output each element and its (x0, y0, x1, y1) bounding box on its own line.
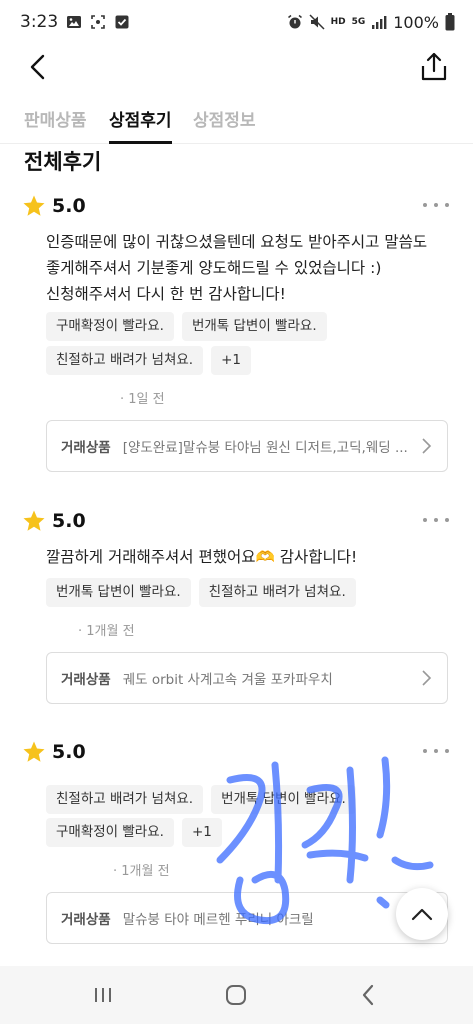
back-arrow-icon (362, 984, 374, 1006)
more-dots-icon (423, 518, 427, 522)
gallery-icon (67, 16, 82, 28)
product-label: 거래상품 (61, 912, 111, 928)
review-text-line: 인증때문에 많이 귀찮으셨을텐데 요청도 받아주시고 말씀도 (46, 233, 428, 251)
tag-row: 번개톡 답변이 빨라요. 친절하고 배려가 넘쳐요. (46, 578, 356, 607)
top-navigation (0, 44, 473, 92)
review-tag: 구매확정이 빨라요. (46, 818, 174, 847)
signal-icon (372, 16, 387, 29)
more-dots-icon (423, 749, 427, 753)
tab-store-info[interactable]: 상점정보 (193, 106, 256, 144)
mute-icon (309, 14, 325, 30)
system-back-button[interactable] (354, 980, 384, 1010)
more-options-button[interactable] (423, 512, 449, 528)
checkbox-icon (115, 15, 129, 29)
battery-icon (445, 13, 455, 31)
product-name: 궤도 orbit 사계고속 겨울 포카파우치 (122, 672, 333, 688)
hd-voice-label: HD (330, 16, 346, 27)
store-tabs: 판매상품 상점후기 상점정보 (0, 100, 473, 144)
review-tag: 번개톡 답변이 빨라요. (46, 578, 191, 607)
review-text-line: 좋게해주셔서 기분좋게 양도해드릴 수 있었습니다 :) (46, 259, 382, 277)
rating-value: 5.0 (52, 195, 86, 217)
tab-products[interactable]: 판매상품 (24, 106, 87, 144)
review-text-line: 신청해주셔서 다시 한 번 감사합니다! (46, 285, 286, 303)
review-tag: 구매확정이 빨라요. (46, 312, 174, 341)
network-label: 5G (351, 16, 366, 27)
battery-percent: 100% (393, 12, 439, 32)
more-options-button[interactable] (423, 743, 449, 759)
review-tag: 친절하고 배려가 넘쳐요. (46, 785, 204, 814)
traded-product-link[interactable]: 거래상품 말슈붕 타야 메르헨 푸리니 아크릴 (46, 892, 448, 944)
more-tags-badge[interactable]: +1 (211, 346, 251, 375)
review-time: · 1개월 전 (113, 864, 170, 879)
review-tag: 번개톡 답변이 빨라요. (211, 785, 356, 814)
scroll-to-top-button[interactable] (396, 888, 448, 940)
star-icon (23, 195, 45, 216)
review-text-line: 깔끔하게 거래해주셔서 편했어요🫶 감사합니다! (46, 548, 358, 566)
rating-row: 5.0 (22, 193, 86, 219)
traded-product-link[interactable]: 거래상품 궤도 orbit 사계고속 겨울 포카파우치 (46, 652, 448, 704)
back-button[interactable] (22, 50, 56, 84)
chevron-left-icon (30, 54, 45, 80)
screenshot-icon (91, 15, 105, 29)
recent-apps-button[interactable] (88, 980, 118, 1010)
review-tag: 친절하고 배려가 넘쳐요. (46, 346, 204, 375)
rating-value: 5.0 (52, 510, 86, 532)
tag-row: 친절하고 배려가 넘쳐요. 번개톡 답변이 빨라요. (46, 785, 356, 814)
review-tag: 번개톡 답변이 빨라요. (181, 312, 327, 341)
star-icon (23, 510, 45, 531)
recent-apps-icon (95, 988, 111, 1002)
status-bar: 3:23 HD 5G 100% (0, 0, 473, 44)
chevron-up-icon (411, 908, 433, 921)
rating-row: 5.0 (22, 739, 86, 765)
product-label: 거래상품 (61, 672, 111, 688)
review-time: · 1개월 전 (78, 624, 135, 639)
status-bar-left: 3:23 (20, 12, 130, 32)
home-button[interactable] (221, 980, 251, 1010)
traded-product-link[interactable]: 거래상품 [양도완료]말슈붕 타야님 원신 디저트,고딕,웨딩 ... (46, 420, 448, 472)
product-name: [양도완료]말슈붕 타야님 원신 디저트,고딕,웨딩 ... (122, 440, 408, 456)
review-text: 깔끔하게 거래해주셔서 편했어요🫶 감사합니다! (46, 544, 450, 570)
rating-row: 5.0 (22, 508, 86, 534)
star-icon (23, 741, 45, 762)
chevron-right-icon (422, 438, 432, 454)
share-button[interactable] (417, 50, 451, 84)
tag-row: 구매확정이 빨라요. 번개톡 답변이 빨라요. (46, 312, 327, 341)
home-icon (226, 985, 246, 1005)
more-options-button[interactable] (423, 197, 449, 213)
review-tag: 친절하고 배려가 넘쳐요. (198, 578, 356, 607)
alarm-icon (287, 14, 302, 29)
section-title: 전체후기 (24, 150, 102, 174)
share-icon (421, 52, 447, 81)
rating-value: 5.0 (52, 741, 86, 763)
product-name: 말슈붕 타야 메르헨 푸리니 아크릴 (122, 912, 314, 928)
status-bar-right: HD 5G 100% (287, 13, 455, 32)
product-label: 거래상품 (61, 440, 111, 456)
tag-row: 구매확정이 빨라요. +1 (46, 818, 222, 847)
review-text: 인증때문에 많이 귀찮으셨을텐데 요청도 받아주시고 말씀도 좋게해주셔서 기분… (46, 229, 450, 307)
tag-row: 친절하고 배려가 넘쳐요. +1 (46, 346, 251, 375)
more-tags-badge[interactable]: +1 (181, 818, 222, 847)
status-time: 3:23 (20, 12, 59, 32)
review-time: · 1일 전 (120, 392, 165, 407)
more-dots-icon (423, 203, 427, 207)
system-navigation-bar (0, 966, 473, 1024)
tab-reviews[interactable]: 상점후기 (109, 106, 172, 144)
chevron-right-icon (422, 670, 432, 686)
